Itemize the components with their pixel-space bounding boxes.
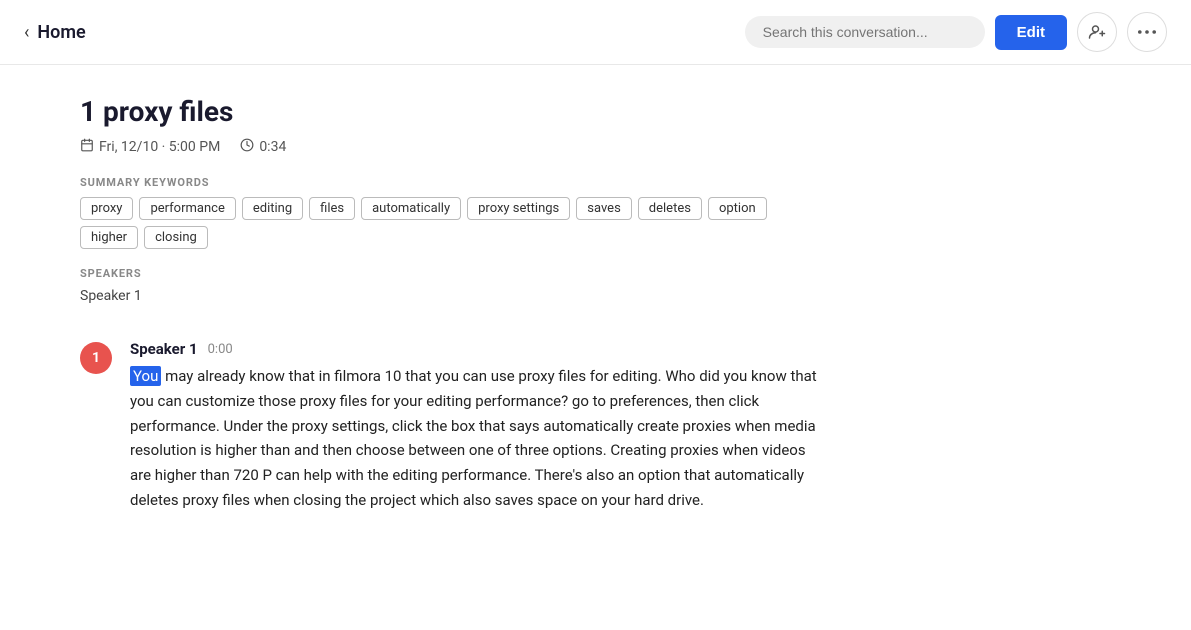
keywords-label: SUMMARY KEYWORDS — [80, 176, 820, 189]
header-left: ‹ Home — [24, 22, 86, 43]
transcript-text: You may already know that in filmora 10 … — [130, 364, 820, 513]
speakers-label: SPEAKERS — [80, 267, 820, 280]
header: ‹ Home Edit — [0, 0, 1191, 65]
keywords-row: proxy performance editing files automaticall… — [80, 197, 820, 249]
home-title: Home — [37, 22, 85, 43]
duration-text: 0:34 — [259, 139, 286, 155]
calendar-icon — [80, 138, 94, 156]
more-icon — [1138, 30, 1156, 34]
keyword-tag: option — [708, 197, 767, 220]
keyword-tag: editing — [242, 197, 303, 220]
keyword-tag: closing — [144, 226, 208, 249]
keyword-tag: deletes — [638, 197, 702, 220]
keyword-tag: performance — [139, 197, 235, 220]
edit-button[interactable]: Edit — [995, 15, 1067, 50]
transcript-speaker-name: Speaker 1 — [130, 340, 198, 358]
speaker-item: Speaker 1 — [80, 288, 820, 304]
main-content: 1 proxy files Fri, 12/10 · 5:00 PM 0 — [0, 65, 900, 573]
meta-row: Fri, 12/10 · 5:00 PM 0:34 — [80, 138, 820, 156]
more-options-button[interactable] — [1127, 12, 1167, 52]
keyword-tag: saves — [576, 197, 632, 220]
speaker-badge: 1 — [80, 342, 112, 374]
clock-icon — [240, 138, 254, 156]
note-title: 1 proxy files — [80, 95, 820, 128]
transcript-container: 1 Speaker 1 0:00 You may already know that … — [80, 340, 820, 513]
meta-duration: 0:34 — [240, 138, 286, 156]
transcript-timestamp: 0:00 — [208, 342, 233, 357]
keyword-tag: proxy — [80, 197, 133, 220]
add-person-icon — [1088, 23, 1106, 41]
highlighted-word: You — [130, 366, 161, 386]
transcript-body: Speaker 1 0:00 You may already know that i… — [130, 340, 820, 513]
date-text: Fri, 12/10 · 5:00 PM — [99, 139, 220, 155]
keyword-tag: automatically — [361, 197, 461, 220]
meta-date: Fri, 12/10 · 5:00 PM — [80, 138, 220, 156]
transcript-entry: 1 Speaker 1 0:00 You may already know that … — [80, 340, 820, 513]
header-right: Edit — [745, 12, 1167, 52]
transcript-speaker-row: Speaker 1 0:00 — [130, 340, 820, 358]
back-icon[interactable]: ‹ — [24, 22, 29, 43]
keyword-tag: proxy settings — [467, 197, 570, 220]
keyword-tag: higher — [80, 226, 138, 249]
speakers-list: Speaker 1 — [80, 288, 820, 304]
speakers-section: SPEAKERS Speaker 1 — [80, 267, 820, 304]
add-person-button[interactable] — [1077, 12, 1117, 52]
keyword-tag: files — [309, 197, 355, 220]
search-input[interactable] — [745, 16, 985, 48]
